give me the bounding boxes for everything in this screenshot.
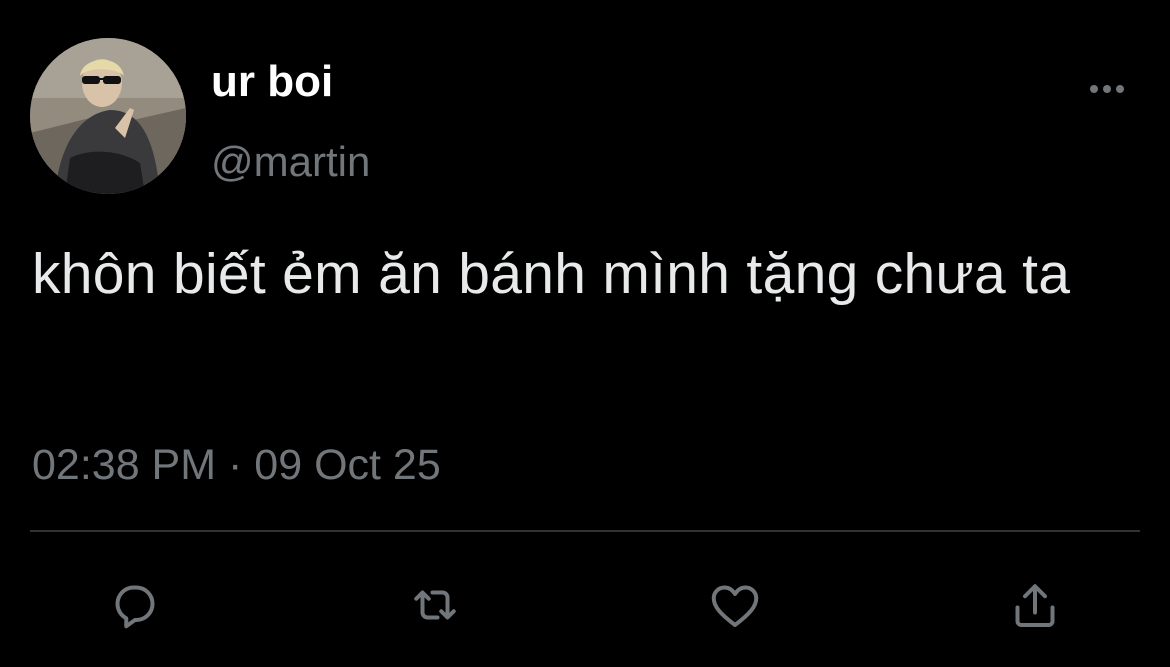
divider xyxy=(30,530,1140,532)
user-handle[interactable]: @martin xyxy=(211,136,370,188)
timestamp-separator: · xyxy=(228,441,243,489)
tweet-time: 02:38 PM xyxy=(32,441,217,489)
retweet-button[interactable] xyxy=(400,570,470,640)
reply-button[interactable] xyxy=(100,570,170,640)
tweet-text: khôn biết ẻm ăn bánh mình tặng chưa ta xyxy=(32,242,1071,306)
avatar[interactable] xyxy=(30,38,186,194)
tweet-date: 09 Oct 25 xyxy=(254,441,441,489)
share-icon xyxy=(1015,584,1055,627)
share-button[interactable] xyxy=(1000,570,1070,640)
profile-photo xyxy=(30,38,186,194)
like-icon xyxy=(711,585,759,627)
reply-icon xyxy=(115,585,155,629)
more-icon xyxy=(1090,85,1124,93)
display-name[interactable]: ur boi xyxy=(211,56,333,108)
more-options-button[interactable] xyxy=(1082,72,1132,106)
tweet-timestamp[interactable]: 02:38 PM · 09 Oct 25 xyxy=(32,438,441,492)
retweet-icon xyxy=(414,590,456,620)
like-button[interactable] xyxy=(700,570,770,640)
action-bar xyxy=(0,570,1170,640)
